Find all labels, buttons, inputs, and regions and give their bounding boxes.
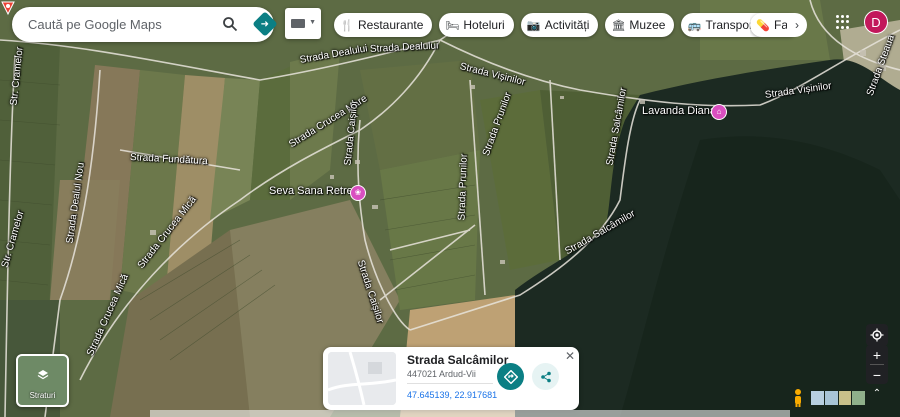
bus-icon: 🚌 [687,19,702,32]
account-avatar[interactable]: D [864,10,888,34]
pharmacy-icon: 💊 [756,19,770,32]
place-coordinates[interactable]: 47.645139, 22.917681 [407,390,497,400]
share-button[interactable] [532,363,559,390]
my-location-button[interactable] [866,324,888,346]
museum-icon: 🏛 [611,19,626,32]
keyboard-icon [291,19,305,28]
street-view-thumbnail[interactable] [328,352,396,405]
my-location-icon [870,328,884,342]
category-chips: 🍴 Restaurante 🛏 Hoteluri 📷 Activități 🏛 … [334,13,801,37]
place-title: Strada Salcâmilor [407,353,509,367]
poi-label-seva-sana[interactable]: Seva Sana Retreat [269,185,362,197]
map-marker-icon[interactable] [0,0,16,16]
chip-restaurants[interactable]: 🍴 Restaurante [334,13,433,37]
search-icon[interactable] [222,16,238,32]
zoom-control: + − [866,345,888,384]
shop-icon[interactable]: ⌂ [711,104,727,120]
chip-label: Hoteluri [463,18,505,32]
directions-button[interactable] [497,363,524,390]
attribution-bar [150,410,790,417]
place-address: 447021 Ardud-Vii [407,369,476,379]
close-icon[interactable]: ✕ [565,349,575,363]
chip-label: Muzee [629,18,666,32]
zoom-out-button[interactable]: − [866,365,888,384]
layers-button[interactable]: Straturi [16,354,69,407]
chip-pharmacy[interactable]: 💊 Farm [750,13,792,37]
layers-icon [37,370,49,380]
pegman-icon[interactable] [790,388,806,408]
chip-label: Activități [544,18,590,32]
caret-down-icon: ▼ [309,19,316,26]
apps-grid-icon[interactable] [836,15,850,29]
camera-icon: 📷 [526,19,541,32]
card-divider [407,383,493,384]
spa-icon[interactable]: ❀ [350,185,366,201]
place-info-card[interactable]: Strada Salcâmilor 447021 Ardud-Vii 47.64… [323,347,579,410]
chip-pharmacy-clip: 💊 Farm [750,13,792,37]
search-box[interactable]: ➜ [12,7,278,42]
directions-icon [503,369,518,384]
layers-label: Straturi [29,391,56,400]
map-thumbnail-icon [328,352,396,405]
zoom-in-button[interactable]: + [866,345,888,364]
chip-museums[interactable]: 🏛 Muzee [605,13,675,37]
chip-hotels[interactable]: 🛏 Hoteluri [439,13,514,37]
input-tools-button[interactable]: ▼ [285,8,321,39]
search-input[interactable] [28,17,198,32]
poi-label-lavanda-diana[interactable]: Lavanda Diana [642,105,716,117]
bed-icon: 🛏 [445,19,460,32]
chip-activities[interactable]: 📷 Activități [520,13,599,37]
chevron-up-icon[interactable]: ⌃ [870,388,884,406]
chip-label: Restaurante [358,18,424,32]
share-icon [540,371,551,382]
imagery-thumbnails[interactable] [811,391,865,405]
fork-knife-icon: 🍴 [340,19,354,32]
